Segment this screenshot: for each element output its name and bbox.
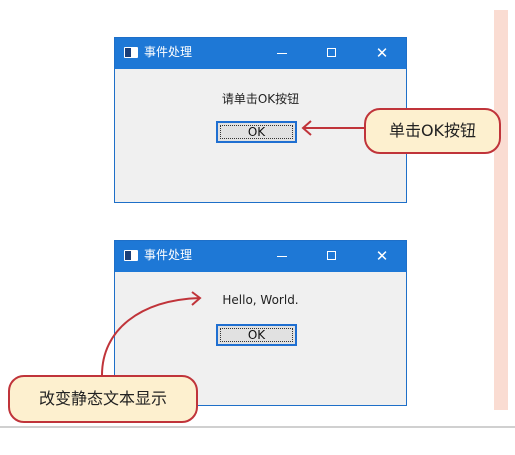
static-text-label: 请单击OK按钮 <box>221 92 300 106</box>
maximize-button[interactable] <box>315 241 349 272</box>
bottom-rule <box>0 426 515 428</box>
minimize-button[interactable] <box>265 241 299 272</box>
ok-button[interactable]: OK <box>216 121 297 143</box>
callout-click-ok: 单击OK按钮 <box>364 108 501 154</box>
minimize-button[interactable] <box>265 38 299 69</box>
dialog-window-before: 事件处理 ✕ 请单击OK按钮 OK <box>114 37 407 203</box>
app-icon <box>124 47 138 58</box>
static-text-label: Hello, World. <box>222 293 299 307</box>
ok-button[interactable]: OK <box>216 324 297 346</box>
title-bar: 事件处理 ✕ <box>115 241 406 272</box>
app-icon <box>124 250 138 261</box>
close-button[interactable]: ✕ <box>365 38 399 69</box>
window-title: 事件处理 <box>144 45 193 59</box>
close-button[interactable]: ✕ <box>365 241 399 272</box>
title-bar: 事件处理 ✕ <box>115 38 406 69</box>
maximize-button[interactable] <box>315 38 349 69</box>
window-title: 事件处理 <box>144 248 193 262</box>
callout-change-text: 改变静态文本显示 <box>8 375 198 423</box>
side-panel <box>494 10 508 410</box>
